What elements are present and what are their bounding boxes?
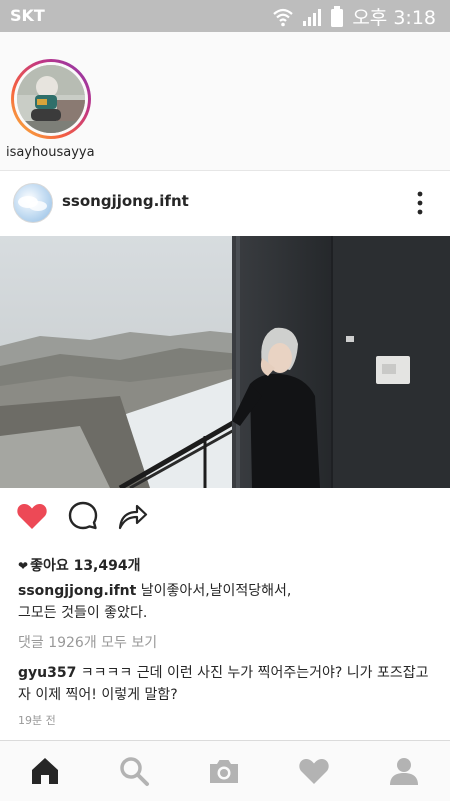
comment-icon[interactable] [66, 499, 100, 533]
status-icons: 오후 3:18 [272, 3, 436, 30]
small-heart-icon: ❤ [18, 559, 29, 573]
bottom-nav [0, 740, 450, 801]
more-options-icon[interactable] [412, 190, 428, 216]
post-photo[interactable] [0, 236, 450, 488]
post-header: ssongjjong.ifnt [0, 171, 450, 235]
view-all-comments-link[interactable]: 댓글 1926개 모두 보기 [18, 632, 157, 652]
heart-icon[interactable] [15, 499, 49, 533]
comment-text: ㅋㅋㅋㅋ 근데 이런 사진 누가 찍어주는거야? 니가 포즈잡고 자 이제 찍어… [18, 665, 429, 703]
status-bar: SKT 오후 3:18 [0, 0, 450, 32]
post-actions [0, 495, 450, 541]
post-timestamp: 19분 전 [18, 714, 56, 727]
battery-icon [331, 5, 344, 27]
likes-count[interactable]: ❤ 좋아요 13,494개 [18, 555, 140, 575]
share-icon[interactable] [115, 499, 149, 533]
post-username[interactable]: ssongjjong.ifnt [62, 192, 189, 210]
comment: gyu357 ㅋㅋㅋㅋ 근데 이런 사진 누가 찍어주는거야? 니가 포즈잡고 … [18, 662, 438, 706]
carrier-label: SKT [10, 6, 45, 25]
caption-username[interactable]: ssongjjong.ifnt [18, 583, 136, 599]
clock: 오후 3:18 [352, 7, 436, 29]
wifi-icon [273, 8, 294, 26]
camera-icon[interactable] [207, 754, 241, 788]
search-icon[interactable] [117, 754, 151, 788]
activity-heart-icon[interactable] [297, 754, 331, 788]
likes-label: 좋아요 13,494개 [30, 558, 141, 574]
story-avatar[interactable] [11, 59, 91, 139]
signal-icon [303, 8, 322, 26]
stories-tray: isayhousayya [0, 32, 450, 171]
post-caption: ssongjjong.ifnt 날이좋아서,날이적당해서, 그모든 것들이 좋았… [18, 580, 438, 624]
post-avatar[interactable] [13, 183, 53, 223]
comment-username[interactable]: gyu357 [18, 665, 76, 681]
story-photo [17, 65, 85, 133]
home-icon[interactable] [28, 754, 62, 788]
profile-icon[interactable] [387, 754, 421, 788]
story-username[interactable]: isayhousayya [6, 145, 95, 160]
